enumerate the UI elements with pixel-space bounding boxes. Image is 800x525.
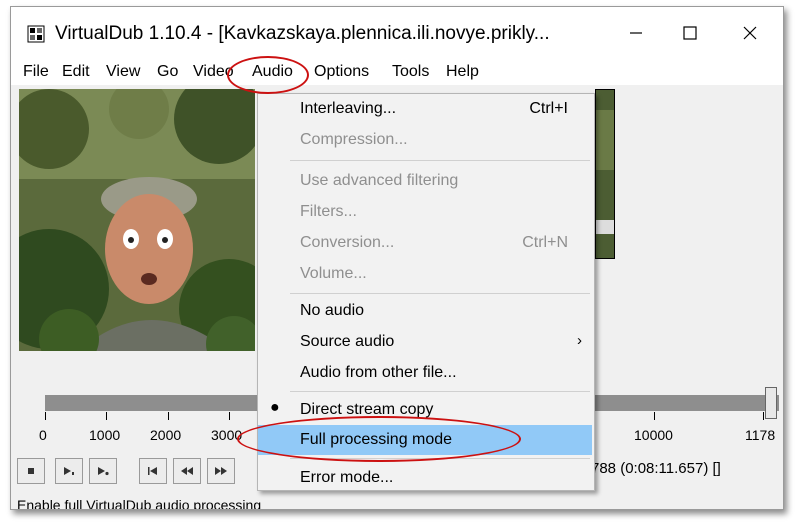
virtualdub-window: VirtualDub 1.10.4 - [Kavkazskaya.plennic… <box>10 6 784 510</box>
menu-item-label: Use advanced filtering <box>300 172 459 189</box>
window-title: VirtualDub 1.10.4 - [Kavkazskaya.plennic… <box>55 23 550 44</box>
menu-separator <box>290 458 590 459</box>
timeline-tick <box>168 412 169 420</box>
menu-item-label: Error mode... <box>300 469 394 486</box>
menu-go[interactable]: Go <box>157 63 178 81</box>
timeline-tick-label: 3000 <box>211 427 243 443</box>
audio-menu-item-volume[interactable]: Volume... <box>258 259 592 289</box>
menu-item-label: Interleaving... <box>300 100 397 117</box>
timeline-tick-label: 2000 <box>150 427 182 443</box>
virtualdub-app-icon <box>27 25 45 43</box>
output-video-preview <box>595 89 615 259</box>
menu-bar: File Edit View Go Video Audio Options To… <box>11 59 783 85</box>
play-output-icon <box>98 467 109 476</box>
menu-separator <box>290 160 590 161</box>
go-to-start-button[interactable] <box>139 458 167 484</box>
menu-item-label: Filters... <box>300 203 357 220</box>
fast-forward-icon <box>215 467 227 475</box>
menu-video[interactable]: Video <box>193 63 234 81</box>
menu-file[interactable]: File <box>23 63 49 81</box>
audio-menu-item-source-audio[interactable]: Source audio › <box>258 327 592 357</box>
menu-separator <box>290 293 590 294</box>
menu-item-label: Audio from other file... <box>300 364 457 381</box>
minimize-icon <box>630 32 642 34</box>
timeline-tick <box>106 412 107 420</box>
play-output-button[interactable] <box>89 458 117 484</box>
title-bar[interactable]: VirtualDub 1.10.4 - [Kavkazskaya.plennic… <box>11 7 783 59</box>
maximize-icon <box>683 26 697 40</box>
audio-menu-item-compression[interactable]: Compression... <box>258 125 592 155</box>
fast-forward-button[interactable] <box>207 458 235 484</box>
menu-edit[interactable]: Edit <box>62 63 90 81</box>
menu-help[interactable]: Help <box>446 63 479 81</box>
menu-item-label: No audio <box>300 302 365 319</box>
close-button[interactable] <box>727 17 773 49</box>
play-input-icon <box>64 467 74 475</box>
menu-item-label: Full processing mode <box>300 431 453 448</box>
timeline-tick <box>229 412 230 420</box>
menu-item-label: Volume... <box>300 265 367 282</box>
input-video-preview <box>19 89 255 351</box>
timeline-tick <box>45 412 46 420</box>
minimize-button[interactable] <box>613 17 659 49</box>
audio-menu-item-full-processing-mode[interactable]: Full processing mode <box>258 425 592 455</box>
menu-audio[interactable]: Audio <box>252 63 293 81</box>
menu-separator <box>290 391 590 392</box>
menu-item-label: Compression... <box>300 131 408 148</box>
timeline-tick-label: 10000 <box>634 427 673 443</box>
menu-item-label: Source audio <box>300 333 395 350</box>
audio-menu-item-direct-stream-copy[interactable]: ● Direct stream copy <box>258 395 592 425</box>
output-frame-image <box>596 90 614 258</box>
timeline-tick-label: 0 <box>39 427 47 443</box>
go-to-start-icon <box>148 467 157 475</box>
menu-view[interactable]: View <box>106 63 140 81</box>
stop-icon <box>28 468 34 474</box>
audio-menu-item-interleaving[interactable]: Interleaving... Ctrl+I <box>258 94 592 124</box>
menu-tools[interactable]: Tools <box>392 63 429 81</box>
rewind-icon <box>181 467 193 475</box>
menu-item-shortcut: Ctrl+I <box>529 100 568 117</box>
close-icon <box>743 26 757 40</box>
maximize-button[interactable] <box>667 17 713 49</box>
audio-menu-item-advanced-filtering[interactable]: Use advanced filtering <box>258 166 592 196</box>
rewind-button[interactable] <box>173 458 201 484</box>
menu-item-shortcut: Ctrl+N <box>522 234 568 251</box>
stop-button[interactable] <box>17 458 45 484</box>
status-text: Enable full VirtualDub audio processing <box>17 497 262 510</box>
frame-position-readout: 788 (0:08:11.657) [] <box>591 460 721 477</box>
timeline-tick-label: 1000 <box>89 427 121 443</box>
timeline-thumb[interactable] <box>765 387 777 419</box>
timeline-tick <box>654 412 655 420</box>
status-bar: Enable full VirtualDub audio processing <box>11 495 783 510</box>
timeline-tick <box>763 412 764 420</box>
play-input-button[interactable] <box>55 458 83 484</box>
menu-options[interactable]: Options <box>314 63 369 81</box>
audio-menu-item-error-mode[interactable]: Error mode... <box>258 463 592 493</box>
audio-menu-item-audio-from-other-file[interactable]: Audio from other file... <box>258 358 592 388</box>
timeline-tick-label: 1178 <box>745 427 776 443</box>
submenu-arrow-icon: › <box>577 332 582 349</box>
menu-item-label: Direct stream copy <box>300 401 434 418</box>
video-frame-image <box>19 89 255 351</box>
audio-menu-item-conversion[interactable]: Conversion... Ctrl+N <box>258 228 592 258</box>
radio-bullet-icon: ● <box>270 399 280 416</box>
audio-menu-dropdown: Interleaving... Ctrl+I Compression... Us… <box>257 93 595 491</box>
audio-menu-item-filters[interactable]: Filters... <box>258 197 592 227</box>
audio-menu-item-no-audio[interactable]: No audio <box>258 296 592 326</box>
menu-item-label: Conversion... <box>300 234 395 251</box>
